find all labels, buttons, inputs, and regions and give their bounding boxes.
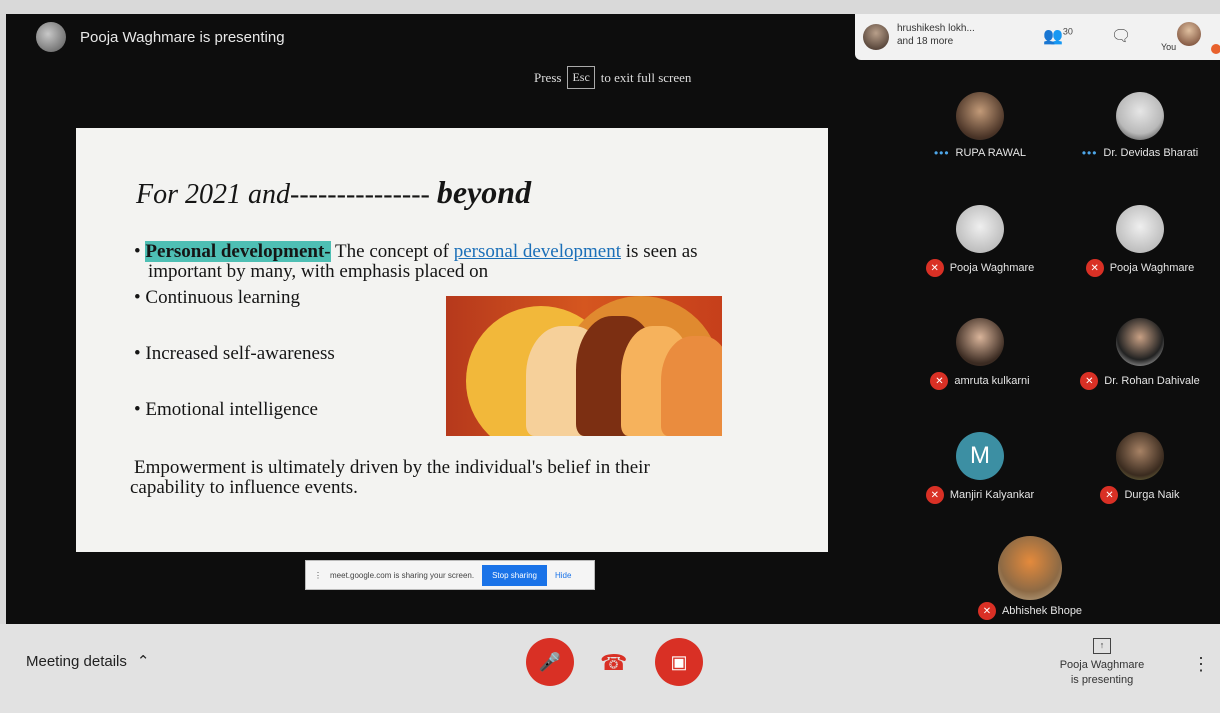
title-dashes: --------------- [290,179,430,210]
participant-tile[interactable]: ✕ Pooja Waghmare [1060,205,1220,277]
mic-toggle-button[interactable]: 🎤 [526,638,574,686]
bullet-emotional-intelligence: • Emotional intelligence [134,399,318,420]
mic-off-icon: ✕ [930,372,949,390]
esc-key: Esc [567,66,595,89]
meeting-details-label: Meeting details [26,652,127,670]
mic-off-icon: ✕ [977,602,996,620]
participant-tile[interactable]: ✕ Dr. Rohan Dahivale [1060,318,1220,390]
participant-name: Abhishek Bhope [1001,605,1083,617]
present-screen-icon: ↑ [1093,638,1111,654]
stop-sharing-button[interactable]: Stop sharing [482,564,547,586]
participants-summary[interactable]: hrushikesh lokh... and 18 more [897,22,1002,48]
bullet-self-awareness: • Increased self-awareness [134,343,335,364]
participant-tile[interactable]: ✕ Pooja Waghmare [900,205,1060,277]
participant-name: Durga Naik [1124,489,1180,501]
avatar: M [956,432,1004,480]
avatar [998,536,1062,600]
meeting-details-button[interactable]: Meeting details ⌃ [26,652,150,671]
more-options-icon[interactable]: ⋮ [1192,654,1210,675]
presenting-line2: is presenting [1070,674,1134,686]
esc-prefix: Press [534,69,562,85]
screen-share-bar: ⋮ meet.google.com is sharing your screen… [305,560,595,590]
mic-off-icon: ✕ [925,259,944,277]
mic-off-icon: ✕ [1085,259,1104,277]
people-button[interactable]: 👥30 [1043,26,1073,46]
participants-line2: and 18 more [897,36,954,47]
mic-off-icon: 🎤 [538,651,562,672]
esc-suffix: to exit full screen [600,69,692,85]
you-label: You [1161,42,1177,52]
avatar [1116,318,1164,366]
presenter-indicator: Pooja Waghmare is presenting [36,22,285,52]
chevron-up-icon: ⌃ [136,653,150,670]
closing-statement: Empowerment is ultimately driven by the … [130,457,650,498]
participant-name: amruta kulkarni [954,375,1030,387]
faces-illustration [446,296,722,436]
participant-tile[interactable]: ✕ Durga Naik [1060,432,1220,504]
mic-off-icon: ✕ [1100,486,1119,504]
slide-title: For 2021 and--------------- beyond [136,174,531,211]
camera-toggle-button[interactable]: ▣ [655,638,703,686]
fullscreen-hint: Press Esc to exit full screen [534,66,691,89]
participant-name: RUPA RAWAL [955,147,1027,159]
title-italic: For 2021 and [136,179,290,210]
title-bold: beyond [436,174,532,210]
shared-slide: For 2021 and--------------- beyond • Per… [76,128,828,552]
highlighted-term: Personal development- [145,241,331,262]
bottom-control-bar: Meeting details ⌃ 🎤 ☎ ▣ ↑ Pooja Waghmare… [0,624,1220,713]
hang-up-button[interactable]: ☎ [600,650,627,676]
avatar [956,92,1004,140]
avatar [956,318,1004,366]
chat-icon: 🗨 [1111,28,1132,45]
avatar [1116,205,1164,253]
phone-hangup-icon: ☎ [600,650,628,675]
participant-avatar [863,24,889,50]
meeting-top-bar: hrushikesh lokh... and 18 more 👥30 🗨 You [855,14,1220,60]
people-icon: 👥 [1043,28,1063,45]
bullet-text: is seen as [621,241,698,262]
avatar [1116,92,1164,140]
drag-handle-icon[interactable]: ⋮ [314,571,322,580]
presenter-avatar [36,22,66,52]
chat-button[interactable]: 🗨 [1111,26,1131,46]
presenter-line: Pooja Waghmare is presenting [80,28,285,46]
personal-development-link[interactable]: personal development [454,241,621,262]
present-now-button[interactable]: ↑ Pooja Waghmare is presenting [1046,638,1158,688]
participant-tile[interactable]: M ✕ Manjiri Kalyankar [900,432,1060,504]
alert-dot-icon [1211,44,1220,54]
bullet-personal-development: • Personal development- The concept of p… [134,241,698,282]
avatar [1116,432,1164,480]
closing-line2: capability to influence events. [130,477,358,498]
closing-line1: Empowerment is ultimately driven by the … [134,457,650,478]
hide-button[interactable]: Hide [555,571,571,580]
participant-name: Pooja Waghmare [1109,262,1195,274]
camera-off-icon: ▣ [670,651,688,672]
participants-line1: hrushikesh lokh... [897,23,975,34]
participant-tile[interactable]: ✕ Abhishek Bhope [950,536,1110,620]
participant-tile[interactable]: ••• RUPA RAWAL [900,92,1060,160]
bullet-text: The concept of [330,241,454,262]
bullet-continuous-learning: • Continuous learning [134,287,301,308]
self-avatar[interactable] [1177,22,1201,46]
participant-name: Manjiri Kalyankar [949,489,1035,501]
participant-tile[interactable]: ••• Dr. Devidas Bharati [1060,92,1220,160]
mic-off-icon: ✕ [925,486,944,504]
speaking-dots-icon: ••• [933,146,950,160]
share-message: meet.google.com is sharing your screen. [330,570,475,580]
presenting-line1: Pooja Waghmare [1059,659,1145,671]
mic-off-icon: ✕ [1080,372,1099,390]
speaking-dots-icon: ••• [1081,146,1098,160]
people-count: 30 [1062,26,1073,37]
participant-name: Dr. Rohan Dahivale [1104,375,1200,387]
bullet-line2: important by many, with emphasis placed … [148,261,489,282]
participant-tile[interactable]: ✕ amruta kulkarni [900,318,1060,390]
participant-name: Dr. Devidas Bharati [1103,147,1199,159]
participant-name: Pooja Waghmare [949,262,1035,274]
avatar [956,205,1004,253]
